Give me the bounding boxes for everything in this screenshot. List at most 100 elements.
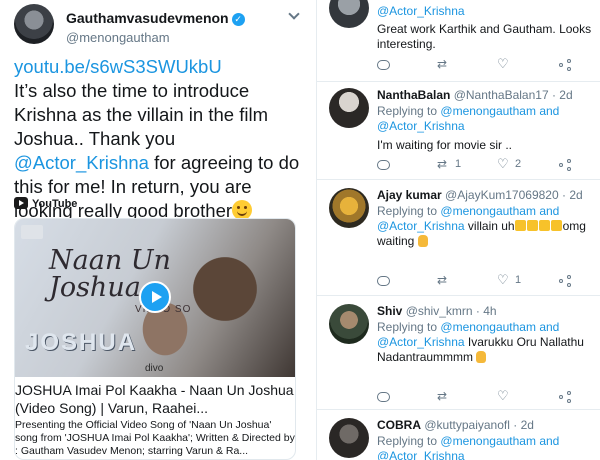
video-thumbnail[interactable]: Naan Un Joshua VIDEO SO JOSHUA divo [15,219,295,377]
reply-time[interactable]: · 2d [513,418,534,432]
reply-header: Ajay kumar @AjayKum17069820 · 2d [377,188,583,202]
channel-badge [21,225,43,239]
reply-header: Shiv @shiv_kmrn · 4h [377,304,497,318]
reply-body: Replying to @menongautham and @Actor_Kri… [377,204,595,249]
reply-mention[interactable]: @Actor_Krishna [377,449,465,460]
retweet-icon: ⇄ [437,57,448,71]
thumbnail-logo: JOSHUA [25,329,138,356]
reply-mention[interactable]: @menongautham [440,434,536,448]
reply-mention[interactable]: @menongautham [440,104,536,118]
reply-handle[interactable]: @shiv_kmrn [406,304,473,318]
retweet-count: 1 [455,158,462,170]
play-icon[interactable] [139,281,171,313]
praying-hands-icon [476,351,487,363]
reply-icon [377,160,390,170]
share-icon [559,159,571,171]
reply-name[interactable]: Shiv [377,304,402,318]
reply-actions: ⇄ ♡ [377,388,595,404]
screaming-face-icon [514,220,526,231]
reply-body: Replying to @menongautham and @Actor_Kri… [377,434,595,460]
author-name[interactable]: Gauthamvasudevmenon [66,10,229,26]
reply-item[interactable]: NanthaBalan @NanthaBalan17 · 2d Replying… [317,82,600,180]
avatar[interactable] [329,88,369,128]
reply-item[interactable]: Shiv @shiv_kmrn · 4h Replying to @menong… [317,296,600,410]
reply-mention[interactable]: @Actor_Krishna [377,219,465,233]
reply-time[interactable]: · 2d [552,88,573,102]
author-handle[interactable]: @menongautham [66,30,170,45]
verified-badge-icon: ✓ [231,13,245,26]
reply-time[interactable]: · 4h [476,304,497,318]
chevron-down-icon[interactable] [288,8,300,20]
reply-body: Replying to @menongautham and @Actor_Kri… [377,320,595,365]
reply-icon [377,392,390,402]
reply-text: I'm waiting for movie sir .. [377,138,512,152]
reply-mention[interactable]: @Actor_Krishna [377,4,595,19]
author-name-row[interactable]: Gauthamvasudevmenon ✓ [66,10,245,26]
avatar[interactable] [329,0,369,28]
reply-and[interactable]: and [539,434,559,448]
reply-text-part1: villain uh [467,219,515,233]
card-source-label: YouTube [32,198,78,210]
reply-time[interactable]: · 2d [562,188,583,202]
thumbnail-label: divo [145,363,164,374]
tweet-text-part1: It’s also the time to introduce Krishna … [14,80,268,149]
reply-name[interactable]: COBRA [377,418,421,432]
share-icon [559,391,571,403]
replying-to: Replying to [377,104,438,118]
tweet-link[interactable]: youtu.be/s6wS3SWUkbU [14,55,304,79]
smiling-face-icon [232,200,253,220]
youtube-icon [14,197,28,209]
share-icon [559,275,571,287]
heart-icon: ♡ [497,56,509,71]
replying-to: Replying to [377,434,438,448]
reply-and[interactable]: and [539,204,559,218]
reply-text: Great work Karthik and Gautham. Looks in… [377,22,592,51]
reply-item[interactable]: @Actor_Krishna Great work Karthik and Ga… [317,0,600,82]
reply-item[interactable]: Ajay kumar @AjayKum17069820 · 2d Replyin… [317,180,600,296]
reply-name[interactable]: NanthaBalan [377,88,450,102]
retweet-icon: ⇄ [437,157,448,171]
card-title[interactable]: JOSHUA Imai Pol Kaakha - Naan Un Joshua … [15,381,295,417]
screaming-face-icon [550,220,562,231]
avatar[interactable] [329,418,369,458]
reply-and[interactable]: and [539,320,559,334]
reply-actions: ⇄ ♡ 1 [377,272,595,288]
reply-name[interactable]: Ajay kumar [377,188,442,202]
replying-to: Replying to [377,204,438,218]
avatar[interactable] [329,188,369,228]
heart-icon: ♡ [497,272,509,287]
reply-and[interactable]: and [539,104,559,118]
link-card[interactable]: Naan Un Joshua VIDEO SO JOSHUA divo JOSH… [14,218,296,460]
main-tweet: Gauthamvasudevmenon ✓ @menongautham youtu… [0,0,312,460]
tweet-author[interactable]: Gauthamvasudevmenon ✓ @menongautham [14,4,304,48]
author-avatar[interactable] [14,4,54,44]
avatar[interactable] [329,304,369,344]
reply-mention[interactable]: @Actor_Krishna [377,119,465,133]
replies-column: @Actor_Krishna Great work Karthik and Ga… [316,0,600,460]
reply-mention[interactable]: @menongautham [440,320,536,334]
card-description: Presenting the Official Video Song of 'N… [15,419,295,457]
reply-handle[interactable]: @AjayKum17069820 [445,188,559,202]
like-count: 1 [515,274,522,286]
reply-icon [377,60,390,70]
retweet-icon: ⇄ [437,273,448,287]
reply-body: @Actor_Krishna Great work Karthik and Ga… [377,4,595,52]
retweet-icon: ⇄ [437,389,448,403]
reply-mention[interactable]: @menongautham [440,204,536,218]
share-icon [559,59,571,71]
reply-item[interactable]: COBRA @kuttypaiyanofl · 2d Replying to @… [317,410,600,460]
reply-mention[interactable]: @Actor_Krishna [377,335,465,349]
reply-handle[interactable]: @kuttypaiyanofl [424,418,510,432]
reply-actions: ⇄ ♡ [377,56,595,72]
screaming-face-icon [538,220,550,231]
reply-actions: ⇄ 1 ♡ 2 [377,157,595,172]
tweet-mention[interactable]: @Actor_Krishna [14,152,149,173]
heart-icon: ♡ [497,388,509,403]
reply-header: COBRA @kuttypaiyanofl · 2d [377,418,534,432]
card-source: YouTube [14,197,77,213]
reply-handle[interactable]: @NanthaBalan17 [454,88,549,102]
reply-body: Replying to @menongautham and @Actor_Kri… [377,104,595,153]
reply-header: NanthaBalan @NanthaBalan17 · 2d [377,88,573,102]
replying-to: Replying to [377,320,438,334]
like-count: 2 [515,158,522,170]
